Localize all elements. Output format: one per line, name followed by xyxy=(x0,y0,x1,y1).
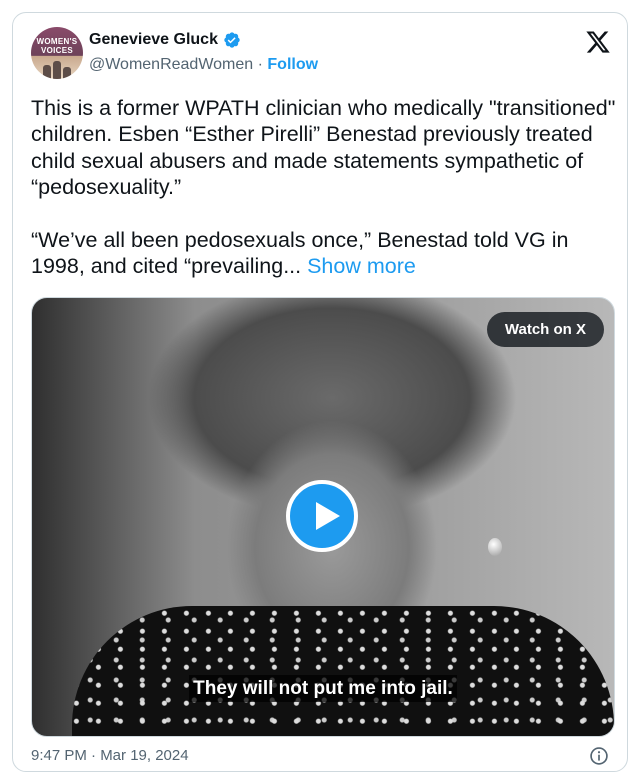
play-icon[interactable] xyxy=(286,480,358,552)
author-name[interactable]: Genevieve Gluck xyxy=(89,31,218,49)
author-name-row[interactable]: Genevieve Gluck xyxy=(89,31,241,49)
tweet-body: This is a former WPATH clinician who med… xyxy=(31,96,616,279)
tweet-timestamp[interactable]: 9:47 PM · Mar 19, 2024 xyxy=(31,747,189,764)
video-frame-detail xyxy=(72,606,614,736)
video-caption: They will not put me into jail. xyxy=(32,675,614,702)
video-caption-text: They will not put me into jail. xyxy=(189,675,457,702)
avatar[interactable]: WOMEN'S VOICES xyxy=(31,27,83,79)
watch-on-x-button[interactable]: Watch on X xyxy=(486,312,604,347)
video-player[interactable]: Watch on X They will not put me into jai… xyxy=(31,297,615,737)
verified-badge-icon xyxy=(224,32,240,48)
tweet-text: This is a former WPATH clinician who med… xyxy=(31,95,616,280)
info-icon[interactable] xyxy=(589,746,609,766)
video-frame-detail-earring xyxy=(488,538,502,556)
avatar-text: WOMEN'S VOICES xyxy=(36,37,78,55)
handle-row: @WomenReadWomen · Follow xyxy=(89,56,318,74)
x-logo-icon[interactable] xyxy=(585,29,611,55)
tweet-card: WOMEN'S VOICES Genevieve Gluck @WomenRea… xyxy=(12,12,628,772)
separator: · xyxy=(253,56,268,73)
author-handle[interactable]: @WomenReadWomen xyxy=(89,56,253,73)
follow-button[interactable]: Follow xyxy=(267,56,318,73)
show-more-link[interactable]: Show more xyxy=(307,254,416,278)
